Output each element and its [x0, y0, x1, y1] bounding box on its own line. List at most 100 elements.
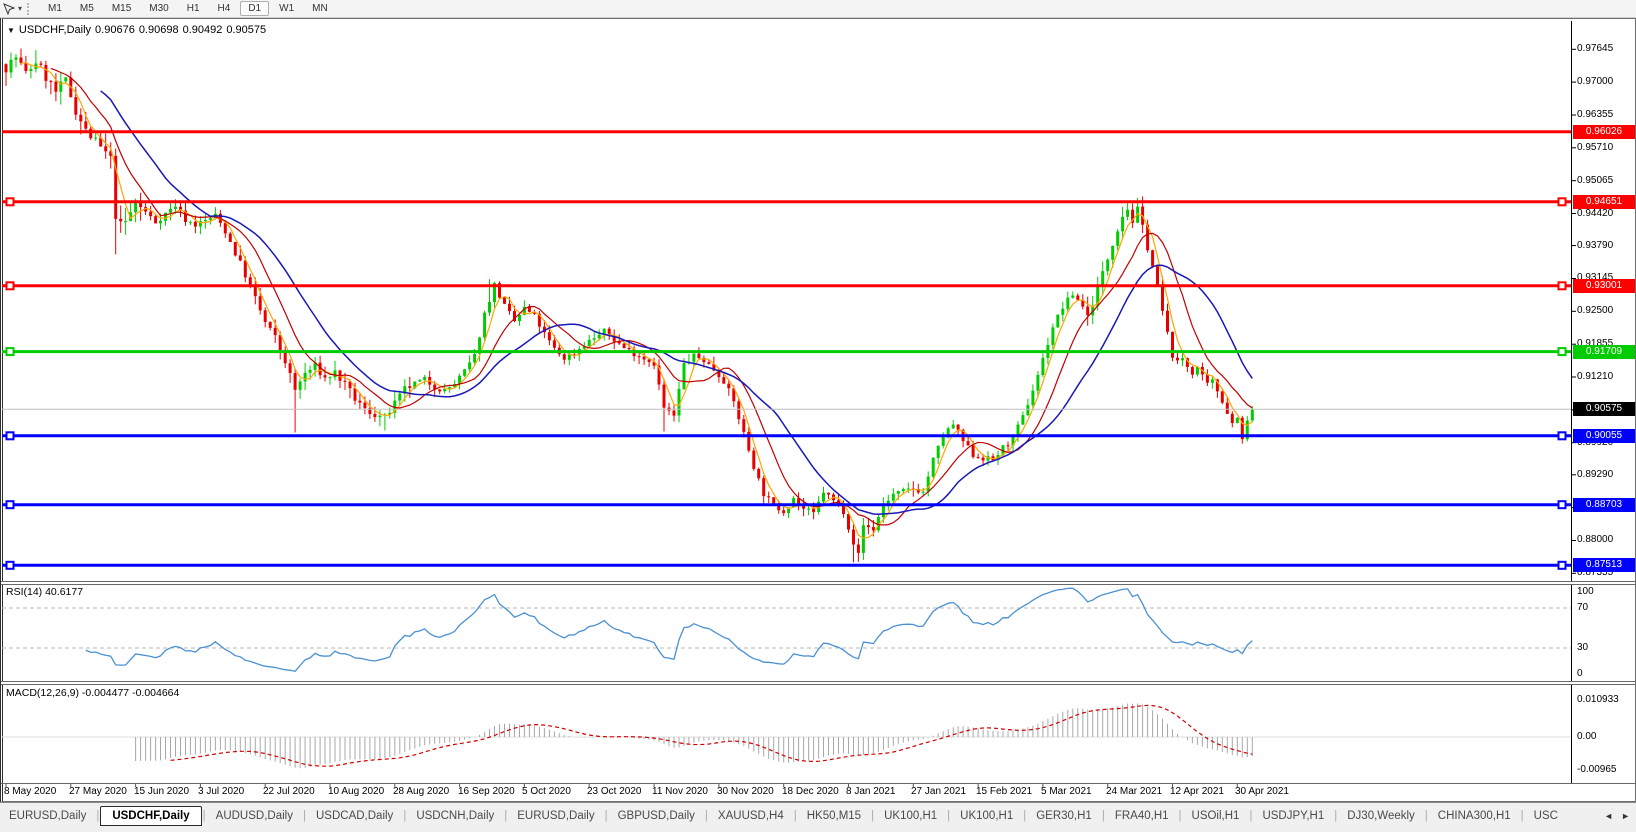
chart-title: ▼ USDCHF,Daily 0.90676 0.90698 0.90492 0.9057…: [7, 24, 270, 36]
status-strip: [0, 828, 1636, 832]
timeframe-h4[interactable]: H4: [210, 1, 239, 16]
pointer-arrow-icon: [3, 2, 15, 15]
date-axis-label: 30 Apr 2021: [1235, 786, 1289, 797]
timeframe-m5[interactable]: M5: [72, 1, 102, 16]
tab-separator: |: [704, 809, 708, 822]
price-axis-label: 0.97000: [1577, 76, 1614, 87]
chart-canvas[interactable]: [0, 0, 1636, 832]
macd-axis-label: 0.00: [1577, 731, 1597, 742]
date-axis-label: 8 Jan 2021: [846, 786, 896, 797]
toolbar-separator: [27, 2, 33, 15]
date-axis-label: 5 Oct 2020: [522, 786, 571, 797]
price-axis-label: 0.91210: [1577, 371, 1614, 382]
ohlc-high: 0.90698: [138, 24, 179, 36]
tab-xauusd-h4[interactable]: XAUUSD,H4: [709, 807, 793, 825]
price-level-label: 0.96026: [1573, 125, 1635, 139]
ma-slow-line: [100, 90, 1253, 516]
timeframe-mn[interactable]: MN: [304, 1, 336, 16]
tab-usoil-h1[interactable]: USOil,H1: [1183, 807, 1249, 825]
price-level-label: 0.87513: [1573, 558, 1635, 572]
rsi-panel: [2, 587, 1571, 673]
price-axis-label: 0.93790: [1577, 240, 1614, 251]
tab-usdcad-daily[interactable]: USDCAD,Daily: [307, 807, 402, 825]
tab-separator: |: [302, 809, 306, 822]
price-axis-label: 0.97645: [1577, 43, 1614, 54]
date-axis-label: 23 Oct 2020: [587, 786, 642, 797]
price-axis-label: 0.94420: [1577, 208, 1614, 219]
date-axis-label: 5 Mar 2021: [1041, 786, 1092, 797]
date-axis-label: 27 Jan 2021: [911, 786, 967, 797]
tab-scroll-arrows: ◄ ►: [1604, 811, 1630, 821]
tab-fra40-h1[interactable]: FRA40,H1: [1106, 807, 1178, 825]
tab-separator: |: [1334, 809, 1338, 822]
date-axis-label: 15 Jun 2020: [134, 786, 190, 797]
price-level-label: 0.91709: [1573, 345, 1635, 359]
tab-usc[interactable]: USC: [1525, 807, 1567, 825]
tab-separator: |: [1424, 809, 1428, 822]
panel-separator[interactable]: [1, 681, 1635, 685]
tab-ger30-h1[interactable]: GER30,H1: [1027, 807, 1101, 825]
tab-audusd-daily[interactable]: AUDUSD,Daily: [207, 807, 302, 825]
tab-separator: |: [1023, 809, 1027, 822]
date-axis-label: 30 Nov 2020: [717, 786, 774, 797]
price-axis-label: 0.92500: [1577, 305, 1614, 316]
rsi-axis-label: 70: [1577, 602, 1589, 613]
timeframe-buttons: M1 M5 M15 M30 H1 H4 D1 W1 MN: [39, 1, 337, 16]
crosshair-tool-icon[interactable]: [0, 1, 18, 17]
tab-scroll-right-icon[interactable]: ►: [1621, 811, 1630, 821]
rsi-axis-label: 30: [1577, 642, 1589, 653]
date-axis-label: 27 May 2020: [69, 786, 127, 797]
macd-panel: [2, 703, 1571, 769]
timeframe-d1[interactable]: D1: [240, 1, 270, 16]
top-toolbar: ▾ M1 M5 M15 M30 H1 H4 D1 W1 MN: [0, 0, 1636, 18]
date-axis-label: 15 Feb 2021: [976, 786, 1033, 797]
timeframe-m1[interactable]: M1: [40, 1, 70, 16]
tab-dj30-weekly[interactable]: DJ30,Weekly: [1338, 807, 1424, 825]
dropdown-caret-icon[interactable]: ▾: [18, 4, 22, 13]
tab-scroll-left-icon[interactable]: ◄: [1604, 811, 1613, 821]
price-level-label: 0.90055: [1573, 429, 1635, 443]
tab-uk100-h1[interactable]: UK100,H1: [875, 807, 946, 825]
tab-separator: |: [1520, 809, 1524, 822]
tab-separator: |: [793, 809, 797, 822]
current-price-label: 0.90575: [1573, 402, 1635, 416]
rsi-axis-label: 100: [1577, 586, 1594, 597]
horizontal-level-lines[interactable]: [2, 130, 1571, 570]
tab-separator: |: [1249, 809, 1253, 822]
candlesticks: [4, 48, 1254, 563]
date-axis-label: 8 May 2020: [4, 786, 57, 797]
timeframe-h1[interactable]: H1: [179, 1, 208, 16]
panel-separator[interactable]: [1, 581, 1635, 585]
tab-separator: |: [504, 809, 508, 822]
rsi-label: RSI(14) 40.6177: [6, 586, 84, 598]
tab-usdcnh-daily[interactable]: USDCNH,Daily: [407, 807, 503, 825]
tab-eurusd-daily[interactable]: EURUSD,Daily: [0, 807, 95, 825]
time-axis-line: [1, 783, 1635, 784]
macd-axis-label: -0.00965: [1577, 764, 1617, 775]
tab-separator: |: [871, 809, 875, 822]
date-axis-label: 3 Jul 2020: [198, 786, 245, 797]
price-level-label: 0.88703: [1573, 498, 1635, 512]
tab-hk50-m15[interactable]: HK50,M15: [798, 807, 870, 825]
date-axis-label: 11 Nov 2020: [652, 786, 708, 797]
tab-separator: |: [96, 809, 100, 822]
tab-uk100-h1[interactable]: UK100,H1: [951, 807, 1022, 825]
price-axis-label: 0.88000: [1577, 534, 1614, 545]
tab-usdjpy-h1[interactable]: USDJPY,H1: [1253, 807, 1333, 825]
tab-china300-h1[interactable]: CHINA300,H1: [1429, 807, 1520, 825]
timeframe-m30[interactable]: M30: [141, 1, 176, 16]
symbol-label: USDCHF,Daily: [18, 24, 92, 36]
ohlc-low: 0.90492: [182, 24, 223, 36]
tab-usdchf-daily[interactable]: USDCHF,Daily: [100, 805, 202, 826]
tab-separator: |: [947, 809, 951, 822]
tab-separator: |: [1178, 809, 1182, 822]
date-axis-label: 22 Jul 2020: [263, 786, 315, 797]
timeframe-m15[interactable]: M15: [104, 1, 139, 16]
tab-gbpusd-daily[interactable]: GBPUSD,Daily: [609, 807, 704, 825]
timeframe-w1[interactable]: W1: [271, 1, 302, 16]
chart-tabs-bar: EURUSD,Daily | USDCHF,Daily | AUDUSD,Daily | U…: [0, 802, 1636, 828]
price-axis-label: 0.95710: [1577, 142, 1614, 153]
tab-eurusd-daily[interactable]: EURUSD,Daily: [508, 807, 603, 825]
collapse-arrow-icon[interactable]: ▼: [7, 26, 15, 35]
tab-separator: |: [604, 809, 608, 822]
